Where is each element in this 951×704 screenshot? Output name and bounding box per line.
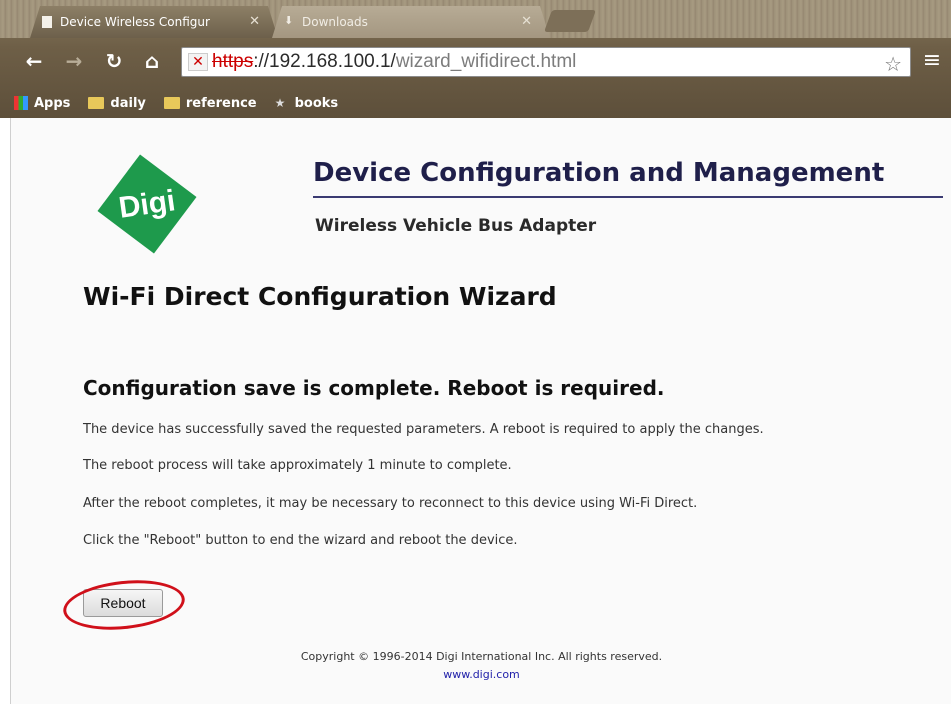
insecure-lock-icon[interactable]: ✕ [188, 53, 208, 71]
page-icon [42, 16, 52, 28]
digi-website-link[interactable]: www.digi.com [11, 668, 951, 681]
url-text[interactable]: https://192.168.100.1/wizard_wifidirect.… [212, 51, 576, 73]
tab-strip: Device Wireless Configur ✕ ⬇ Downloads ✕ [0, 0, 951, 38]
url-path: wizard_wifidirect.html [395, 51, 577, 72]
home-icon[interactable]: ⌂ [140, 49, 164, 73]
folder-icon [88, 97, 105, 109]
bookmark-icon: ★ [274, 96, 286, 110]
back-icon[interactable]: ← [22, 49, 46, 73]
status-heading: Configuration save is complete. Reboot i… [83, 376, 665, 400]
digi-logo: Digi [97, 154, 197, 254]
new-tab-button[interactable] [543, 10, 597, 32]
close-icon[interactable]: ✕ [521, 14, 532, 29]
reload-icon[interactable]: ↻ [102, 49, 126, 73]
tab-label: Device Wireless Configur [60, 15, 210, 29]
bookmark-reference[interactable]: reference [163, 95, 257, 111]
address-bar[interactable]: ✕ https://192.168.100.1/wizard_wifidirec… [181, 47, 911, 77]
bookmark-books[interactable]: ★ books [275, 96, 339, 111]
digi-logo-icon: Digi [97, 154, 197, 254]
bookmark-label: Apps [34, 95, 71, 111]
header-divider [313, 196, 943, 198]
info-paragraph: Click the "Reboot" button to end the wiz… [83, 533, 518, 548]
page-content: Digi Device Configuration and Management… [10, 118, 951, 704]
url-host: ://192.168.100.1/ [253, 51, 396, 72]
apps-icon [14, 96, 28, 110]
info-paragraph: After the reboot completes, it may be ne… [83, 496, 698, 511]
wizard-title: Wi-Fi Direct Configuration Wizard [83, 282, 557, 311]
download-icon: ⬇ [284, 14, 294, 27]
folder-icon [163, 97, 180, 109]
tab-label: Downloads [302, 15, 368, 29]
copyright-text: Copyright © 1996-2014 Digi International… [300, 650, 663, 663]
close-icon[interactable]: ✕ [249, 14, 260, 29]
forward-icon[interactable]: → [62, 49, 86, 73]
bookmark-label: reference [185, 95, 257, 111]
info-paragraph: The device has successfully saved the re… [83, 422, 764, 437]
bookmarks-bar: Apps daily reference ★ books [0, 88, 951, 118]
browser-toolbar: ← → ↻ ⌂ ✕ https://192.168.100.1/wizard_w… [0, 38, 951, 88]
bookmark-star-icon[interactable]: ☆ [884, 52, 902, 76]
bookmark-daily[interactable]: daily [88, 95, 146, 111]
url-scheme: https [212, 51, 254, 72]
tab-downloads[interactable]: ⬇ Downloads ✕ [272, 6, 550, 38]
bookmark-label: daily [110, 95, 146, 111]
page-header-subtitle: Wireless Vehicle Bus Adapter [315, 216, 597, 236]
page-header-title: Device Configuration and Management [313, 158, 885, 188]
menu-icon[interactable]: ≡ [921, 49, 943, 73]
reboot-button[interactable]: Reboot [83, 589, 163, 617]
info-paragraph: The reboot process will take approximate… [83, 458, 512, 473]
tab-device-wireless-config[interactable]: Device Wireless Configur ✕ [30, 6, 278, 38]
bookmark-label: books [294, 95, 339, 111]
bookmark-apps[interactable]: Apps [14, 96, 70, 111]
browser-chrome: Device Wireless Configur ✕ ⬇ Downloads ✕… [0, 0, 951, 118]
